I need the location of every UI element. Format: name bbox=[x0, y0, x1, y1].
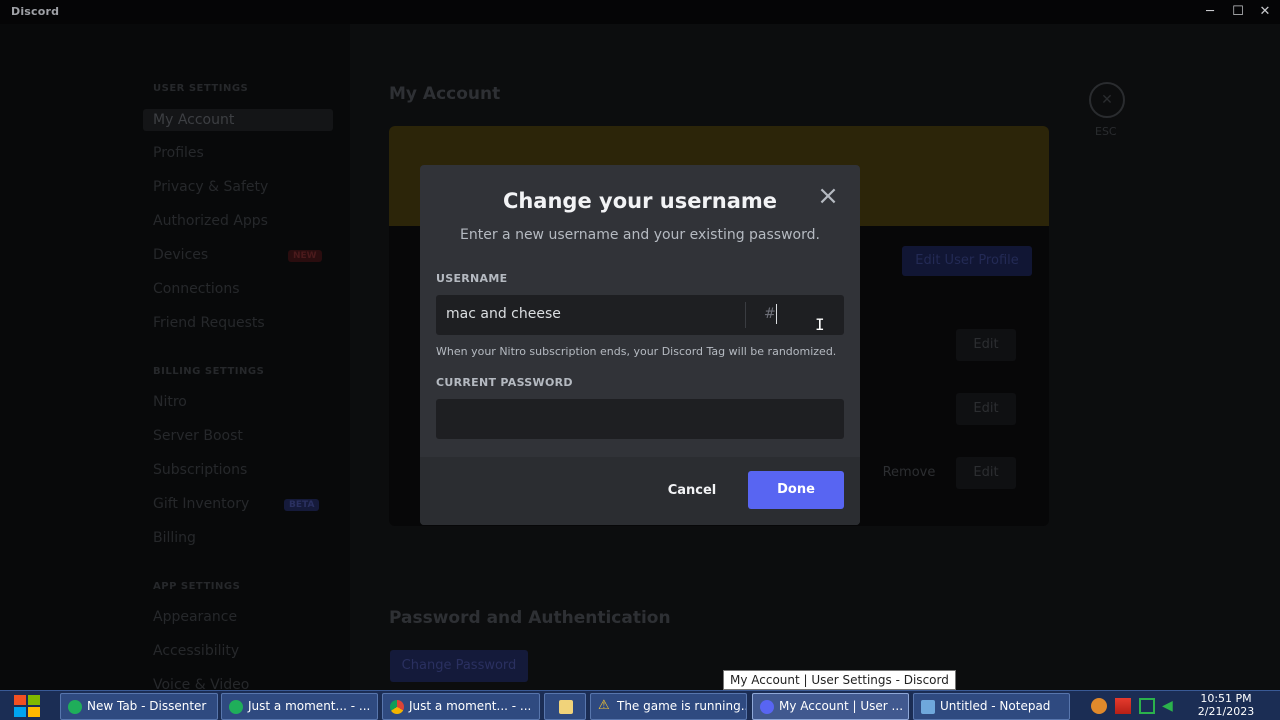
taskbar-tooltip: My Account | User Settings - Discord bbox=[723, 670, 956, 690]
nitro-hint: When your Nitro subscription ends, your … bbox=[436, 345, 837, 358]
sidebar-item-authorized-apps[interactable]: Authorized Apps bbox=[153, 213, 268, 229]
clock-date: 2/21/2023 bbox=[1197, 705, 1255, 718]
sidebar-item-server-boost[interactable]: Server Boost bbox=[153, 428, 243, 444]
billing-settings-header: BILLING SETTINGS bbox=[153, 366, 265, 377]
done-button[interactable]: Done bbox=[748, 471, 844, 509]
discord-window: Discord ─ ☐ ✕ USER SETTINGS My Account P… bbox=[0, 0, 1280, 690]
change-password-button[interactable]: Change Password bbox=[390, 650, 528, 682]
taskbar-label: Just a moment... - ... bbox=[409, 699, 532, 713]
taskbar-item-discord[interactable]: My Account | User ... bbox=[752, 693, 909, 720]
username-field[interactable]: mac and cheese # bbox=[436, 295, 844, 335]
taskbar-label: Just a moment... - ... bbox=[248, 699, 371, 713]
sidebar-item-gift-inventory[interactable]: Gift Inventory bbox=[153, 496, 249, 512]
windows-start-icon[interactable] bbox=[8, 693, 48, 719]
edit-button[interactable]: Edit bbox=[956, 393, 1016, 425]
sidebar-item-privacy[interactable]: Privacy & Safety bbox=[153, 179, 268, 195]
taskbar-label: My Account | User ... bbox=[779, 699, 904, 713]
chrome-icon bbox=[390, 700, 404, 714]
taskbar: New Tab - Dissenter Just a moment... - .… bbox=[0, 690, 1280, 720]
folder-icon bbox=[559, 700, 573, 714]
sidebar-item-profiles[interactable]: Profiles bbox=[153, 145, 204, 161]
sidebar-item-subscriptions[interactable]: Subscriptions bbox=[153, 462, 247, 478]
maximize-button[interactable]: ☐ bbox=[1229, 3, 1247, 21]
taskbar-item-explorer[interactable] bbox=[544, 693, 586, 720]
volume-tray-icon[interactable]: ◀ bbox=[1162, 698, 1178, 714]
field-divider bbox=[745, 302, 746, 328]
sidebar-item-billing[interactable]: Billing bbox=[153, 530, 196, 546]
sidebar-item-devices[interactable]: Devices bbox=[153, 247, 208, 263]
clock-time: 10:51 PM bbox=[1200, 692, 1252, 705]
sidebar-item-accessibility[interactable]: Accessibility bbox=[153, 643, 239, 659]
modal-subtitle: Enter a new username and your existing p… bbox=[460, 227, 820, 243]
taskbar-item-notepad[interactable]: Untitled - Notepad bbox=[913, 693, 1070, 720]
new-badge: NEW bbox=[288, 250, 322, 262]
text-caret bbox=[776, 304, 777, 324]
modal-title: Change your username bbox=[502, 189, 778, 213]
taskbar-label: The game is running... bbox=[617, 699, 747, 713]
sidebar-item-my-account[interactable]: My Account bbox=[143, 109, 333, 131]
remove-button[interactable]: Remove bbox=[871, 457, 947, 489]
taskbar-label: New Tab - Dissenter bbox=[87, 699, 207, 713]
cancel-button[interactable]: Cancel bbox=[660, 473, 724, 509]
sidebar-item-voice-video[interactable]: Voice & Video bbox=[153, 677, 249, 690]
minimize-button[interactable]: ─ bbox=[1201, 3, 1219, 21]
sidebar-item-appearance[interactable]: Appearance bbox=[153, 609, 237, 625]
beta-badge: BETA bbox=[284, 499, 320, 511]
sidebar-item-nitro[interactable]: Nitro bbox=[153, 394, 187, 410]
sidebar-item-friend-requests[interactable]: Friend Requests bbox=[153, 315, 265, 331]
app-name: Discord bbox=[11, 5, 60, 18]
back-arrow-tray-icon[interactable] bbox=[1091, 698, 1107, 714]
username-label: USERNAME bbox=[436, 272, 508, 285]
user-settings-header: USER SETTINGS bbox=[153, 83, 249, 94]
edit-user-profile-button[interactable]: Edit User Profile bbox=[902, 246, 1032, 276]
password-section-title: Password and Authentication bbox=[389, 608, 671, 628]
text-cursor-icon: I bbox=[815, 315, 825, 334]
taskbar-item-chrome[interactable]: Just a moment... - ... bbox=[382, 693, 540, 720]
close-window-button[interactable]: ✕ bbox=[1256, 3, 1274, 21]
change-username-modal: × Change your username Enter a new usern… bbox=[420, 165, 860, 525]
settings-sidebar: USER SETTINGS My Account Profiles Privac… bbox=[0, 24, 350, 690]
title-bar: Discord ─ ☐ ✕ bbox=[0, 0, 1280, 24]
dissenter-icon bbox=[229, 700, 243, 714]
taskbar-item-game[interactable]: ⚠ The game is running... bbox=[590, 693, 747, 720]
password-field[interactable] bbox=[436, 399, 844, 439]
password-label: CURRENT PASSWORD bbox=[436, 376, 573, 389]
app-settings-header: APP SETTINGS bbox=[153, 581, 241, 592]
edit-button[interactable]: Edit bbox=[956, 329, 1016, 361]
username-input[interactable]: mac and cheese bbox=[446, 306, 561, 322]
taskbar-item-browser[interactable]: Just a moment... - ... bbox=[221, 693, 378, 720]
dissenter-icon bbox=[68, 700, 82, 714]
sidebar-item-connections[interactable]: Connections bbox=[153, 281, 240, 297]
page-title: My Account bbox=[389, 84, 501, 104]
flag-tray-icon[interactable] bbox=[1115, 698, 1131, 714]
esc-label: ESC bbox=[1095, 125, 1117, 138]
esc-close-icon[interactable]: ✕ bbox=[1089, 82, 1125, 118]
taskbar-label: Untitled - Notepad bbox=[940, 699, 1051, 713]
system-clock[interactable]: 10:51 PM 2/21/2023 bbox=[1193, 692, 1259, 718]
taskbar-item-dissenter[interactable]: New Tab - Dissenter bbox=[60, 693, 218, 720]
edit-button[interactable]: Edit bbox=[956, 457, 1016, 489]
modal-footer: Cancel Done bbox=[420, 457, 860, 525]
discriminator-hash: # bbox=[764, 306, 776, 322]
discord-icon bbox=[760, 700, 774, 714]
network-tray-icon[interactable] bbox=[1139, 698, 1155, 714]
notepad-icon bbox=[921, 700, 935, 714]
warning-icon: ⚠ bbox=[598, 698, 610, 713]
